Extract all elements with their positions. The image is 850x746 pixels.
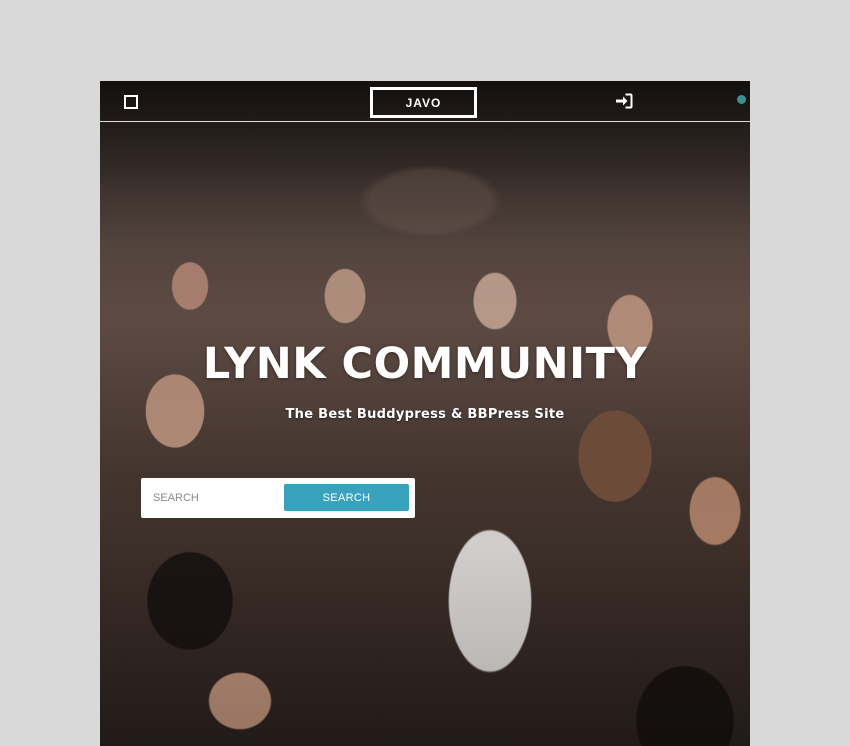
logo-text: JAVO bbox=[405, 95, 442, 110]
hero-title: LYNK COMMUNITY bbox=[202, 339, 648, 389]
search-input[interactable] bbox=[147, 483, 289, 513]
search-button[interactable]: SEARCH bbox=[284, 484, 409, 511]
site-logo[interactable]: JAVO bbox=[370, 87, 477, 118]
search-bar: SEARCH bbox=[141, 478, 415, 518]
menu-square-icon[interactable] bbox=[124, 95, 138, 109]
status-dot-icon bbox=[737, 95, 746, 104]
hero-subtitle: The Best Buddypress & BBPress Site bbox=[285, 407, 565, 422]
site-preview: JAVO LYNK COMMUNITY The Best Buddypress … bbox=[100, 81, 750, 746]
sign-in-icon[interactable] bbox=[615, 93, 633, 109]
top-navigation-bar: JAVO bbox=[100, 81, 750, 122]
